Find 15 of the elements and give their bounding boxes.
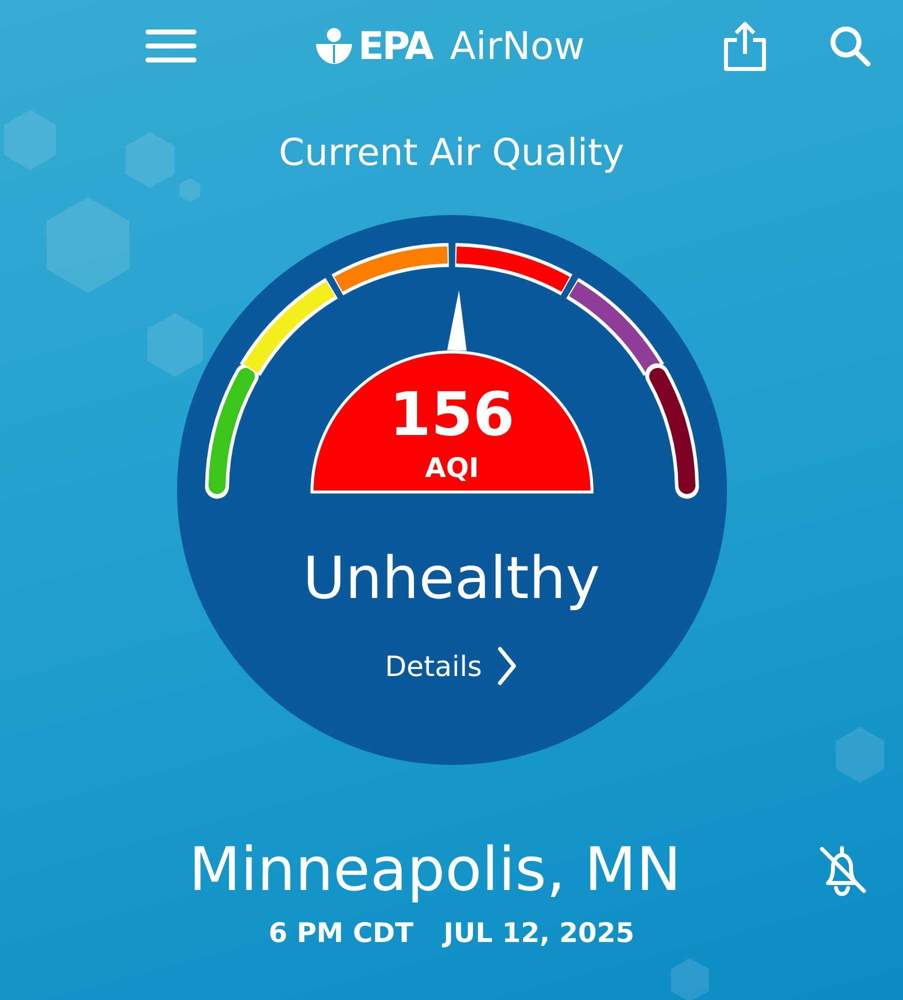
- details-link[interactable]: Details: [384, 646, 518, 686]
- share-icon[interactable]: [722, 20, 768, 72]
- report-date: JUL 12, 2025: [443, 917, 634, 951]
- app-name: AirNow: [450, 24, 585, 68]
- logo-icon: [314, 26, 354, 66]
- brand-name: EPA: [358, 24, 432, 68]
- aqi-label: AQI: [424, 453, 478, 484]
- aqi-value: 156: [388, 380, 514, 450]
- location-name: Minneapolis, MN: [188, 834, 682, 907]
- air-quality-category: Unhealthy: [302, 543, 600, 614]
- search-icon[interactable]: [828, 24, 872, 68]
- report-time: 6 PM CDT: [268, 917, 414, 951]
- screen-title: Current Air Quality: [278, 130, 624, 176]
- chevron-right-icon: [496, 646, 518, 686]
- gauge-needle: [446, 290, 466, 351]
